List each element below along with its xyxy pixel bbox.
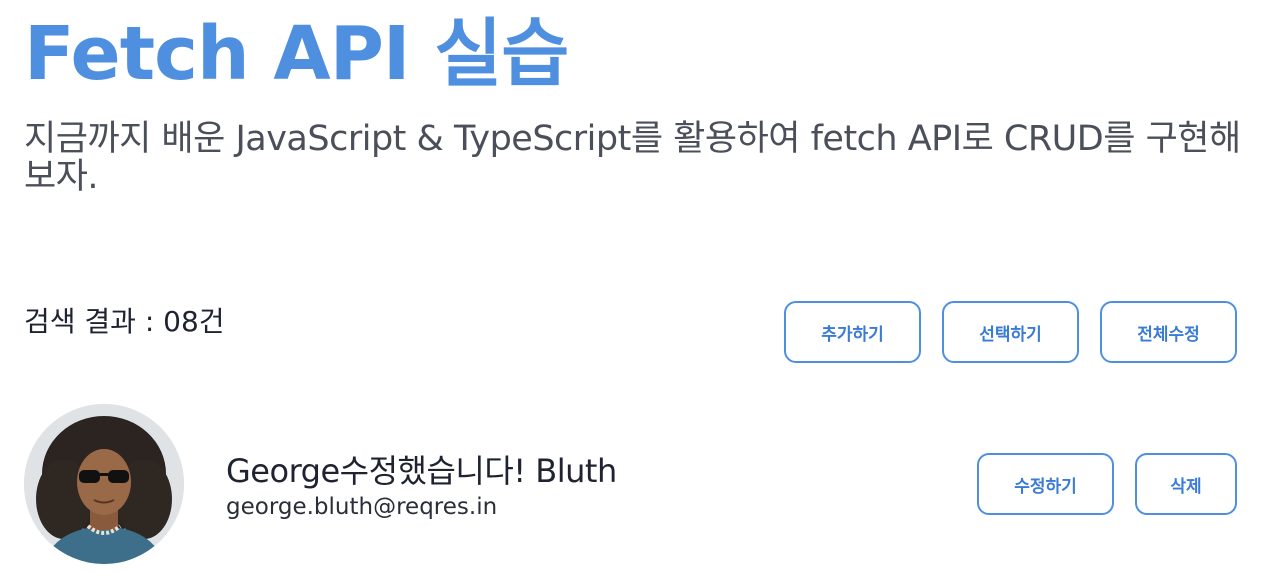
page-subtitle: 지금까지 배운 JavaScript & TypeScript를 활용하여 fe… (24, 119, 1241, 197)
add-button[interactable]: 추가하기 (784, 301, 921, 363)
page-title: Fetch API 실습 (24, 11, 569, 97)
delete-button[interactable]: 삭제 (1135, 453, 1237, 515)
avatar (24, 404, 184, 564)
edit-all-button[interactable]: 전체수정 (1100, 301, 1237, 363)
avatar-image (24, 404, 184, 564)
edit-button[interactable]: 수정하기 (977, 453, 1114, 515)
user-email: george.bluth@reqres.in (226, 494, 498, 520)
user-name: George수정했습니다! Bluth (226, 452, 617, 490)
result-count: 검색 결과 : 08건 (24, 305, 225, 338)
select-button[interactable]: 선택하기 (942, 301, 1079, 363)
page: Fetch API 실습 지금까지 배운 JavaScript & TypeSc… (0, 0, 1264, 582)
